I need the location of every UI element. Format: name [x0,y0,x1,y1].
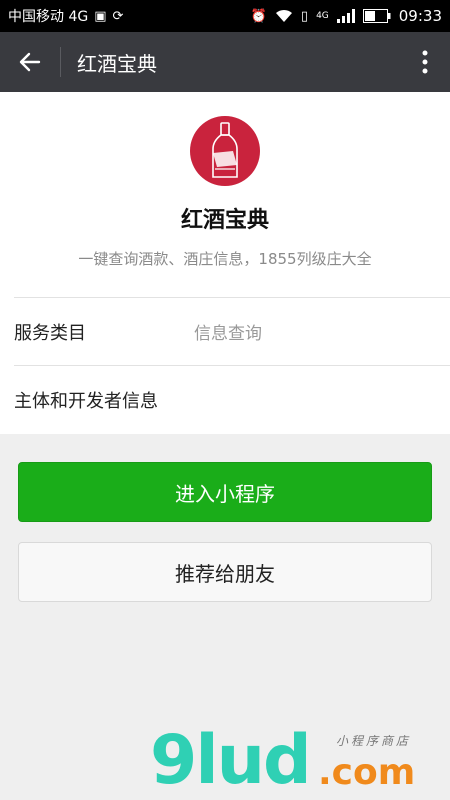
watermark-tagline: 小程序商店 [336,734,412,748]
signal-icon [336,9,355,23]
row-value: 信息查询 [194,324,262,344]
status-left: 中国移动 4G ▣ ⟳ [8,6,123,26]
network-type: 4G [316,11,329,21]
app-name: 红酒宝典 [180,208,269,233]
sync-icon: ⟳ [112,8,124,24]
more-vertical-icon [422,50,428,74]
recommend-to-friend-button[interactable]: 推荐给朋友 [18,542,432,602]
watermark: 9lud 小程序商店 .com [150,722,440,800]
alarm-icon: ⏰ [250,8,267,24]
developer-info-row[interactable]: 主体和开发者信息 [14,365,450,433]
back-button[interactable] [0,32,60,92]
watermark-suffix: .com [318,752,416,793]
sim-icon: ▣ [94,8,107,24]
service-category-row: 服务类目 信息查询 [14,297,450,365]
row-label: 主体和开发者信息 [14,390,158,412]
app-description: 一键查询酒款、酒庄信息，1855列级庄大全 [78,250,372,268]
page-title: 红酒宝典 [77,51,157,76]
status-bar: 中国移动 4G ▣ ⟳ ⏰ ▯ 4G 09:33 [0,0,450,32]
more-options-button[interactable] [400,32,450,92]
wifi-icon [275,9,292,22]
row-label: 服务类目 [14,322,86,344]
clock-time: 09:33 [398,7,442,25]
battery-icon [362,9,391,23]
carrier-text: 中国移动 4G [8,9,89,25]
app-logo [190,116,260,186]
watermark-logo: 9lud [150,721,312,800]
app-profile-card: 红酒宝典 一键查询酒款、酒庄信息，1855列级庄大全 服务类目 信息查询 主体和… [0,92,450,434]
wine-bottle-icon [212,122,238,178]
sim-card-icon: ▯ [300,8,309,24]
status-right: ⏰ ▯ 4G 09:33 [251,7,442,25]
title-bar: 红酒宝典 [0,32,450,92]
enter-miniprogram-button[interactable]: 进入小程序 [18,462,432,522]
back-arrow-icon [19,52,41,72]
title-divider [60,47,61,77]
